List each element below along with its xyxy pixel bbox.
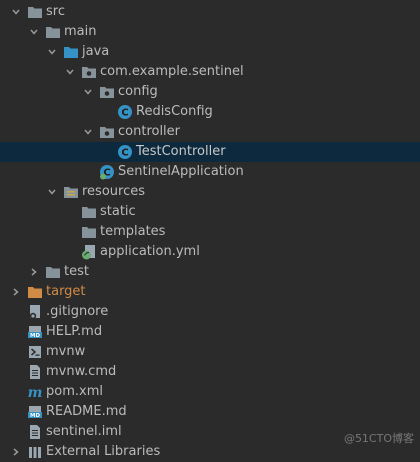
- tree-node-redis-config[interactable]: C RedisConfig: [0, 102, 420, 122]
- tree-label: resources: [82, 184, 146, 199]
- tree-node-config[interactable]: config: [0, 82, 420, 102]
- tree-label: src: [46, 4, 65, 19]
- chevron-right-icon[interactable]: [28, 266, 40, 278]
- spring-config-icon: [81, 244, 97, 260]
- tree-node-main[interactable]: main: [0, 22, 420, 42]
- watermark: @51CTO博客: [343, 432, 414, 445]
- folder-icon: [45, 264, 61, 280]
- tree-label: .gitignore: [46, 304, 109, 319]
- tree-node-src[interactable]: src: [0, 2, 420, 22]
- class-icon: C: [117, 144, 133, 160]
- tree-node-templates[interactable]: templates: [0, 222, 420, 242]
- tree-label: controller: [118, 124, 181, 139]
- source-folder-icon: [63, 44, 79, 60]
- svg-text:m: m: [28, 385, 43, 400]
- folder-icon: [81, 224, 97, 240]
- folder-icon: [81, 204, 97, 220]
- gitignore-file-icon: [27, 304, 43, 320]
- tree-label: External Libraries: [46, 444, 161, 459]
- tree-label: static: [100, 204, 136, 219]
- class-icon: C: [117, 104, 133, 120]
- tree-label: mvnw: [46, 344, 86, 359]
- tree-node-mvnw-cmd[interactable]: mvnw.cmd: [0, 362, 420, 382]
- chevron-down-icon[interactable]: [46, 46, 58, 58]
- project-tree: src main java com.example.sentinel confi…: [0, 0, 420, 459]
- tree-label: RedisConfig: [136, 104, 213, 119]
- text-file-icon: [27, 364, 43, 380]
- markdown-file-icon: MD: [27, 324, 43, 340]
- chevron-down-icon[interactable]: [10, 6, 22, 18]
- maven-icon: m: [27, 384, 43, 400]
- tree-node-help-md[interactable]: MD HELP.md: [0, 322, 420, 342]
- tree-label: test: [64, 264, 89, 279]
- chevron-down-icon[interactable]: [46, 186, 58, 198]
- tree-node-application-yml[interactable]: application.yml: [0, 242, 420, 262]
- tree-node-pom-xml[interactable]: m pom.xml: [0, 382, 420, 402]
- tree-node-controller[interactable]: controller: [0, 122, 420, 142]
- tree-label: pom.xml: [46, 384, 103, 399]
- svg-text:C: C: [121, 108, 128, 119]
- tree-node-test-controller[interactable]: C TestController: [0, 142, 420, 162]
- tree-label: config: [118, 84, 158, 99]
- tree-label: TestController: [136, 144, 226, 159]
- svg-text:MD: MD: [30, 413, 40, 419]
- tree-node-test[interactable]: test: [0, 262, 420, 282]
- spring-boot-class-icon: C: [99, 164, 115, 180]
- folder-icon: [45, 24, 61, 40]
- tree-label: SentinelApplication: [118, 164, 244, 179]
- tree-node-sentinel-application[interactable]: C SentinelApplication: [0, 162, 420, 182]
- chevron-down-icon[interactable]: [82, 86, 94, 98]
- markdown-file-icon: MD: [27, 404, 43, 420]
- excluded-folder-icon: [27, 284, 43, 300]
- chevron-right-icon[interactable]: [10, 446, 22, 458]
- tree-node-readme-md[interactable]: MD README.md: [0, 402, 420, 422]
- tree-label: com.example.sentinel: [100, 64, 244, 79]
- package-icon: [99, 124, 115, 140]
- tree-label: main: [64, 24, 97, 39]
- tree-node-java[interactable]: java: [0, 42, 420, 62]
- chevron-down-icon[interactable]: [64, 66, 76, 78]
- package-icon: [99, 84, 115, 100]
- tree-node-target[interactable]: target: [0, 282, 420, 302]
- tree-label: templates: [100, 224, 166, 239]
- svg-text:MD: MD: [30, 333, 40, 339]
- tree-node-mvnw[interactable]: mvnw: [0, 342, 420, 362]
- tree-node-package[interactable]: com.example.sentinel: [0, 62, 420, 82]
- resources-folder-icon: [63, 184, 79, 200]
- svg-text:C: C: [121, 148, 128, 159]
- tree-label: README.md: [46, 404, 127, 419]
- tree-label: application.yml: [100, 244, 200, 259]
- library-icon: [27, 444, 43, 460]
- tree-label: target: [46, 284, 86, 299]
- folder-icon: [27, 4, 43, 20]
- chevron-down-icon[interactable]: [82, 126, 94, 138]
- tree-label: java: [82, 44, 110, 59]
- chevron-right-icon[interactable]: [10, 286, 22, 298]
- shell-script-icon: [27, 344, 43, 360]
- package-icon: [81, 64, 97, 80]
- tree-node-gitignore[interactable]: .gitignore: [0, 302, 420, 322]
- chevron-down-icon[interactable]: [28, 26, 40, 38]
- module-file-icon: [27, 424, 43, 440]
- tree-label: sentinel.iml: [46, 424, 122, 439]
- tree-label: mvnw.cmd: [46, 364, 117, 379]
- tree-label: HELP.md: [46, 324, 103, 339]
- tree-node-static[interactable]: static: [0, 202, 420, 222]
- tree-node-resources[interactable]: resources: [0, 182, 420, 202]
